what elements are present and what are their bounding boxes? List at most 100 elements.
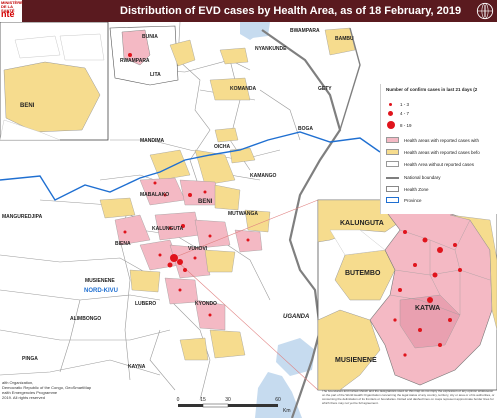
legend-fill-row: Health Area without reported cases — [386, 161, 474, 167]
label-bwampara: BWAMPARA — [290, 28, 320, 34]
label-mabalako: MABALAKO — [140, 192, 169, 198]
ministry-logo-text: nté — [1, 9, 15, 19]
label-beni-inset: BENI — [20, 103, 35, 109]
legend-dot-label: 1 - 3 — [400, 102, 410, 107]
label-bunia: BUNIA — [142, 34, 158, 40]
label-beni: BENI — [198, 199, 213, 205]
label-vuhovi: VUHOVI — [188, 246, 208, 252]
map-header: MINISTÈRE DE LA SANTÉ nté Distribution o… — [0, 0, 497, 22]
label-boga: BOGA — [298, 126, 313, 132]
label-nord-kivu: NORD-KIVU — [84, 288, 118, 294]
legend-dot-label: 8 - 19 — [400, 122, 412, 128]
label-alimbongo: ALIMBONGO — [70, 316, 101, 322]
case-dot-small-icon — [389, 103, 392, 106]
legend-fill-label: Health areas with reported cases with — [404, 137, 480, 143]
label-inset-katwa: KATWA — [415, 305, 440, 312]
case-dot — [123, 230, 127, 234]
case-dot — [203, 190, 207, 194]
legend-line-row: Health Zone — [386, 186, 429, 192]
label-komanda: KOMANDA — [230, 86, 256, 92]
label-gety: GETY — [318, 86, 332, 92]
case-dot — [398, 288, 402, 292]
health-zone-icon — [386, 186, 399, 192]
label-rwampara: RWAMPARA — [120, 58, 150, 64]
case-dot — [448, 318, 452, 322]
case-dot — [403, 230, 407, 234]
case-dot — [393, 318, 397, 322]
case-dot — [413, 263, 417, 267]
case-dot — [246, 238, 250, 242]
legend-line-label: Province — [404, 197, 422, 203]
case-dot — [208, 313, 212, 317]
label-inset-kalunguta: KALUNGUTA — [340, 220, 384, 227]
label-manguredjipa: MANGUREDJIPA — [2, 214, 43, 220]
scale-unit: Km — [283, 408, 291, 414]
label-inset-musienene: MUSIENENE — [335, 357, 377, 364]
case-dot — [128, 53, 132, 57]
swatch-before-icon — [386, 149, 399, 155]
legend-fill-row: Health areas with reported cases with — [386, 137, 479, 143]
credit-line: 2019. All rights reserved — [2, 395, 45, 400]
label-lubero: LUBERO — [135, 301, 156, 307]
case-dot — [458, 268, 462, 272]
case-dot — [167, 262, 173, 268]
beni-inset-map — [0, 22, 109, 141]
legend-line-label: Health Zone — [404, 186, 429, 192]
case-dot — [418, 328, 422, 332]
label-inset-butembo: BUTEMBO — [345, 270, 381, 277]
case-dot — [422, 237, 428, 243]
case-dot — [153, 181, 157, 185]
main-map: BUNIA RWAMPARA LITA NYANKUNDE BAMBU BWAM… — [0, 22, 497, 418]
map-legend: Number of confirm cases in last 21 days … — [380, 84, 497, 214]
label-pinga: PINGA — [22, 356, 38, 362]
case-dot — [170, 254, 178, 262]
scale-tick: 15 — [200, 397, 206, 403]
case-dot-large-icon — [387, 121, 395, 129]
label-musienene: MUSIENENE — [85, 278, 115, 284]
case-dot — [453, 243, 457, 247]
map-disclaimer: The boundaries and names shown and the d… — [322, 389, 495, 405]
case-dot — [427, 297, 433, 303]
legend-line-row: National boundary — [386, 175, 441, 180]
legend-fill-label: Health areas with reported cases befo — [404, 149, 480, 155]
province-icon — [386, 197, 399, 203]
case-dot — [432, 272, 438, 278]
legend-dot-label: 4 - 7 — [400, 111, 410, 116]
label-kamango: KAMANGO — [250, 173, 276, 179]
map-credits: alth Organization, Democratic Republic o… — [2, 380, 122, 400]
case-dot — [183, 268, 187, 272]
label-mutwanga: MUTWANGA — [228, 211, 258, 217]
label-kayna: KAYNA — [128, 364, 146, 370]
legend-fill-row: Health areas with reported cases befo — [386, 149, 480, 155]
scale-tick: 60 — [275, 397, 281, 403]
legend-title: Number of confirm cases in last 21 days … — [386, 87, 478, 92]
case-dot — [188, 193, 192, 197]
label-bambu: BAMBU — [335, 36, 354, 42]
case-dot — [158, 253, 162, 257]
legend-line-label: National boundary — [404, 175, 441, 180]
national-boundary-icon — [386, 176, 399, 179]
swatch-recent-icon — [386, 137, 399, 143]
scale-tick: 30 — [225, 397, 231, 403]
label-biena: BIENA — [115, 241, 131, 247]
legend-dot-row: 1 - 3 — [386, 102, 409, 107]
legend-line-row: Province — [386, 197, 422, 203]
legend-dot-row: 4 - 7 — [386, 111, 409, 116]
legend-fill-label: Health Area without reported cases — [404, 161, 475, 167]
scale-tick: 0 — [177, 397, 180, 403]
label-kyondo: KYONDO — [195, 301, 217, 307]
case-dot — [177, 259, 183, 265]
ministry-logo: MINISTÈRE DE LA SANTÉ nté — [0, 0, 23, 22]
case-dot-medium-icon — [388, 111, 393, 116]
legend-dot-row: 8 - 19 — [386, 121, 412, 129]
case-dot — [438, 343, 442, 347]
map-title: Distribution of EVD cases by Health Area… — [120, 5, 462, 17]
label-oicha: OICHA — [214, 144, 231, 150]
case-dot — [193, 256, 197, 260]
case-dot — [178, 288, 182, 292]
label-mandima: MANDIMA — [140, 138, 165, 144]
label-kalunguta: KALUNGUTA — [152, 226, 184, 232]
label-uganda: UGANDA — [283, 314, 309, 320]
label-lita: LITA — [150, 72, 161, 78]
label-nyankunde: NYANKUNDE — [255, 46, 287, 52]
